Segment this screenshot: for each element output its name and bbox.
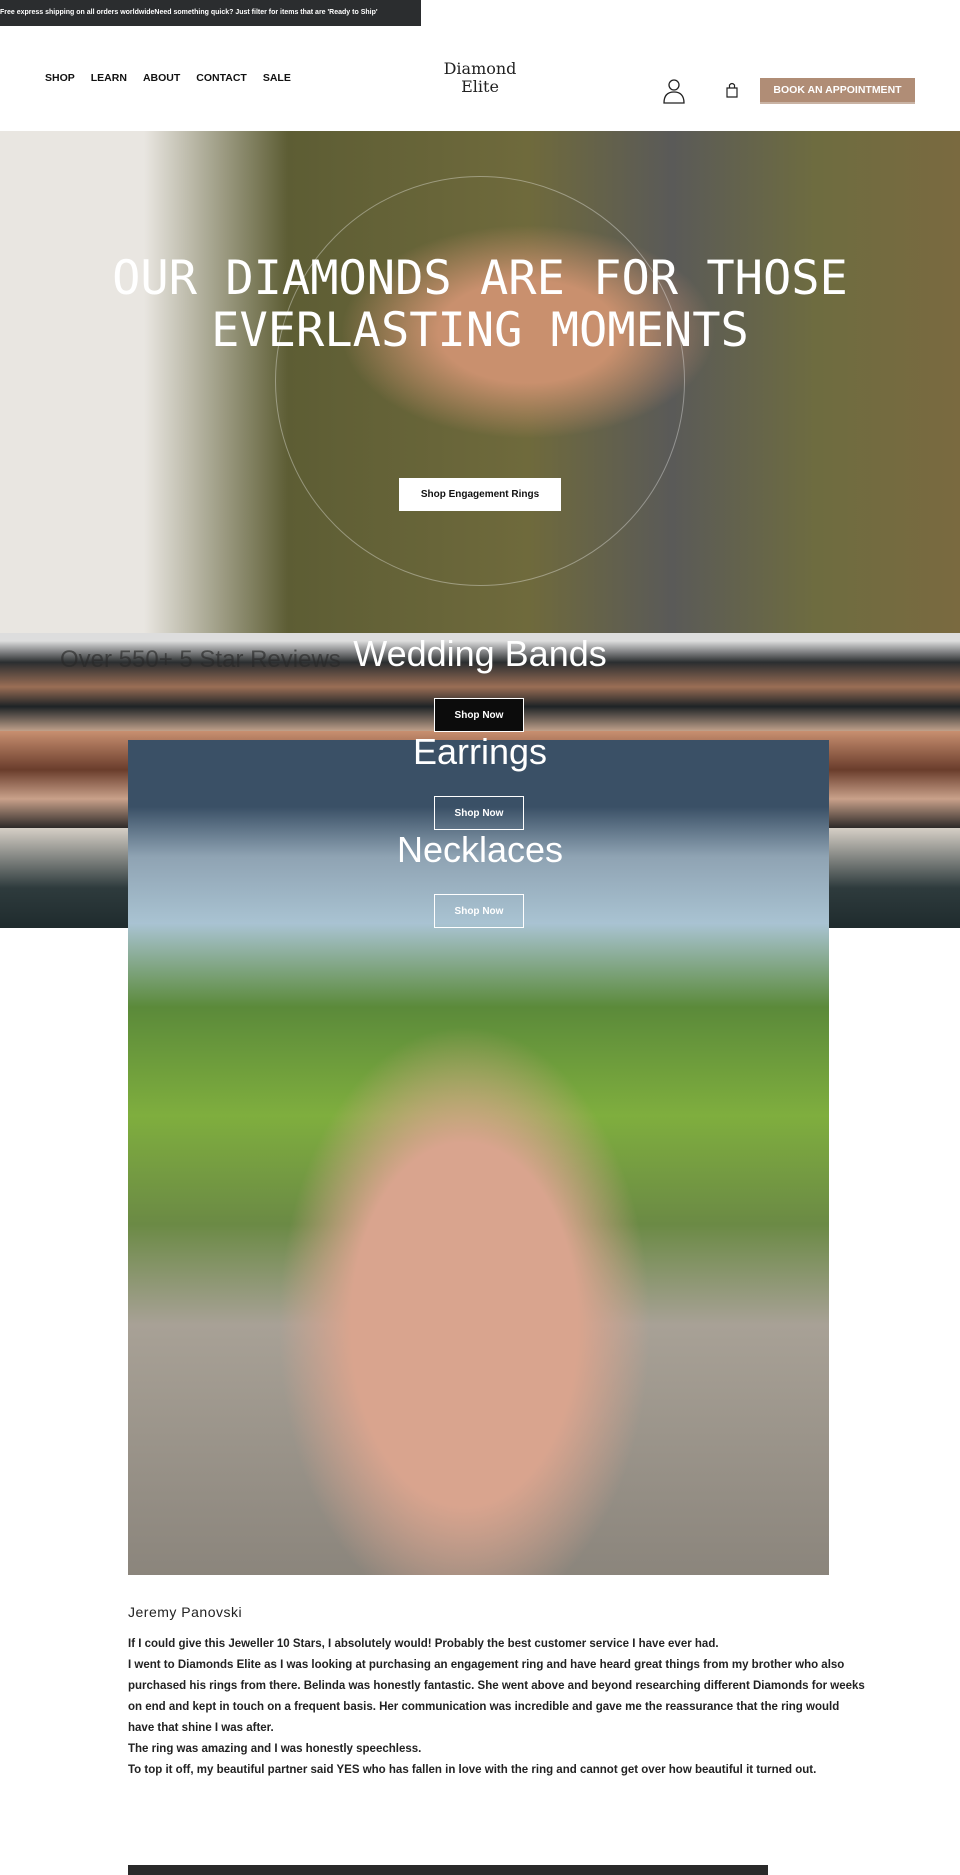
shop-necklaces-button[interactable]: Shop Now: [434, 894, 524, 928]
hero-title: OUR DIAMONDS ARE FOR THOSE EVERLASTING M…: [112, 251, 848, 358]
reviewer-name: Jeremy Panovski: [128, 1604, 243, 1620]
hero-banner: OUR DIAMONDS ARE FOR THOSE EVERLASTING M…: [0, 131, 960, 633]
review-paragraph: I went to Diamonds Elite as I was lookin…: [128, 1659, 865, 1734]
site-header: SHOP LEARN ABOUT CONTACT SALE Diamond Eli…: [0, 26, 960, 131]
announcement-text: Free express shipping on all orders worl…: [0, 9, 378, 16]
logo-line2: Elite: [461, 77, 499, 96]
next-section-image: [128, 1865, 768, 1875]
review-paragraph: To top it off, my beautiful partner said…: [128, 1764, 817, 1776]
shop-engagement-rings-button[interactable]: Shop Engagement Rings: [399, 478, 561, 511]
book-appointment-button[interactable]: BOOK AN APPOINTMENT: [760, 78, 915, 104]
review-text: If I could give this Jeweller 10 Stars, …: [128, 1634, 868, 1781]
category-title-necklaces: Necklaces: [396, 829, 564, 870]
nav-learn[interactable]: LEARN: [91, 72, 127, 84]
nav-contact[interactable]: CONTACT: [196, 72, 247, 84]
shop-earrings-button[interactable]: Shop Now: [434, 796, 524, 830]
main-nav: SHOP LEARN ABOUT CONTACT SALE: [45, 72, 291, 84]
decorative-circle: [275, 176, 685, 586]
review-paragraph: The ring was amazing and I was honestly …: [128, 1743, 422, 1755]
review-paragraph: If I could give this Jeweller 10 Stars, …: [128, 1638, 719, 1650]
shopping-bag-icon[interactable]: [726, 82, 738, 98]
nav-sale[interactable]: SALE: [263, 72, 291, 84]
user-icon[interactable]: [662, 78, 686, 104]
category-title-wedding-bands: Wedding Bands: [353, 633, 607, 674]
logo-line1: Diamond: [443, 59, 517, 78]
shop-wedding-bands-button[interactable]: Shop Now: [434, 698, 524, 732]
category-title-earrings: Earrings: [412, 731, 548, 772]
nav-about[interactable]: ABOUT: [143, 72, 180, 84]
nav-shop[interactable]: SHOP: [45, 72, 75, 84]
logo[interactable]: Diamond Elite: [430, 60, 530, 96]
announcement-bar: Free express shipping on all orders worl…: [0, 0, 421, 26]
